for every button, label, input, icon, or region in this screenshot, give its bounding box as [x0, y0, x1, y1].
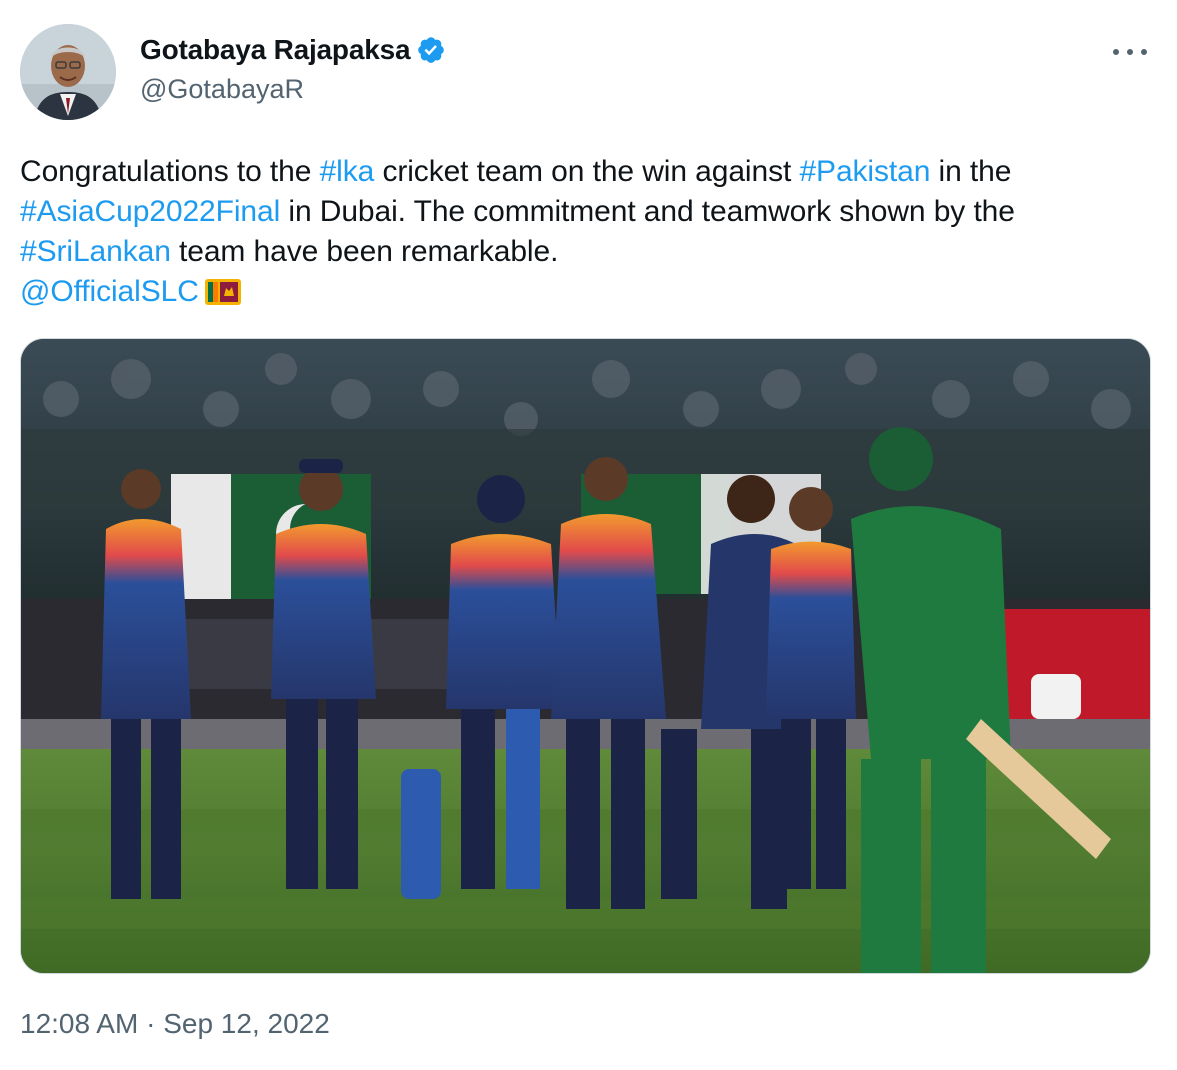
tweet-text: Congratulations to the #lka cricket team… — [20, 152, 1160, 316]
hashtag-pakistan[interactable]: #Pakistan — [799, 155, 930, 188]
dot — [1113, 49, 1119, 55]
user-handle[interactable]: @GotabayaR — [140, 74, 446, 105]
timestamp[interactable]: 12:08 AM · Sep 12, 2022 — [20, 1008, 330, 1040]
tweet-card: Gotabaya Rajapaksa @GotabayaR Congratula… — [0, 0, 1177, 1070]
tweet-image[interactable] — [20, 338, 1151, 974]
profile-photo-icon — [20, 24, 116, 120]
hashtag-lka[interactable]: #lka — [320, 155, 375, 188]
more-options-icon[interactable] — [1113, 42, 1147, 62]
mention-officialslc[interactable]: @OfficialSLC — [20, 275, 199, 308]
time[interactable]: 12:08 AM — [20, 1008, 138, 1039]
cricket-team-photo-icon — [21, 339, 1150, 973]
text-segment: team have been remarkable. — [170, 235, 559, 268]
author-block: Gotabaya Rajapaksa @GotabayaR — [140, 30, 446, 105]
date[interactable]: Sep 12, 2022 — [163, 1008, 330, 1039]
hashtag-srilankan[interactable]: #SriLankan — [20, 235, 171, 268]
display-name[interactable]: Gotabaya Rajapaksa — [140, 34, 411, 66]
avatar[interactable] — [20, 24, 116, 120]
text-segment: cricket team on the win against — [374, 155, 800, 188]
sri-lanka-flag-icon — [204, 276, 241, 316]
dot — [1141, 49, 1147, 55]
text-segment: in Dubai. The commitment and teamwork sh… — [280, 195, 1015, 228]
dot — [1127, 49, 1133, 55]
name-row: Gotabaya Rajapaksa — [140, 30, 446, 70]
verified-badge-icon — [416, 35, 446, 65]
hashtag-asiacup2022final[interactable]: #AsiaCup2022Final — [20, 195, 280, 228]
text-segment: in the — [930, 155, 1012, 188]
separator: · — [146, 1008, 156, 1039]
text-segment: Congratulations to the — [20, 155, 320, 188]
